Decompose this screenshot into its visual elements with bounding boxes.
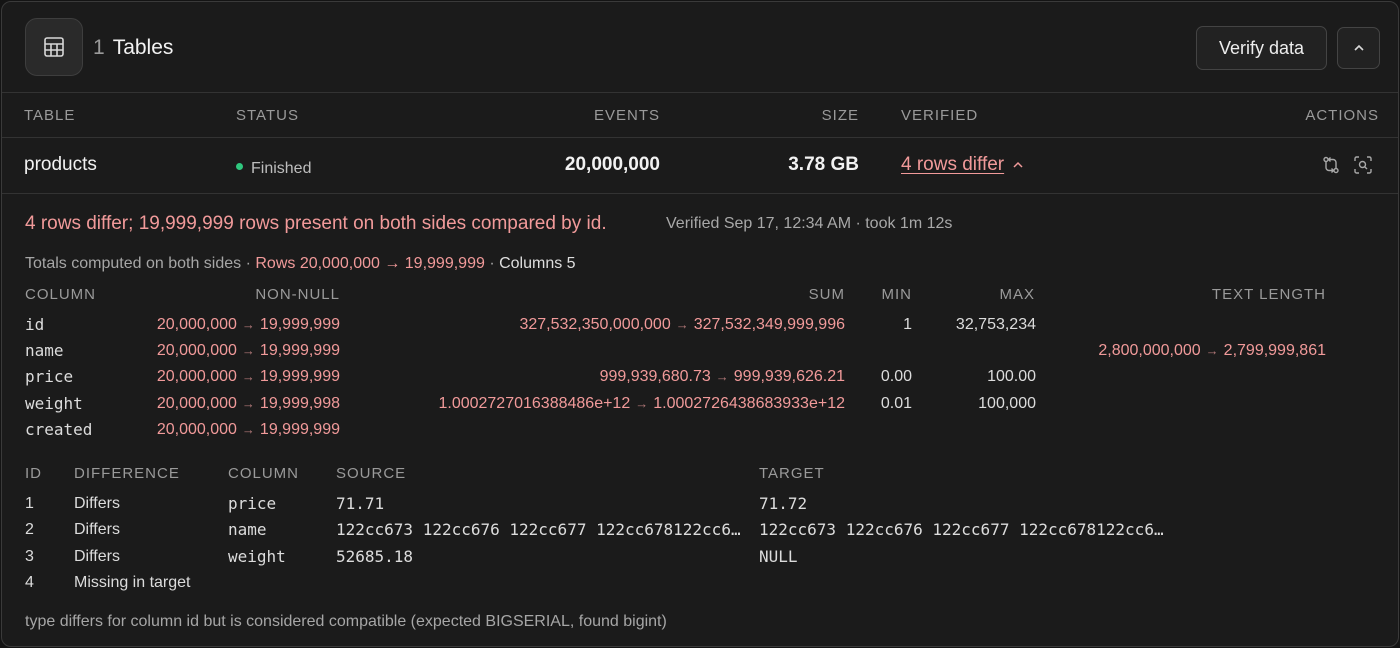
diff-type: Differs <box>74 548 120 565</box>
stats-header-column: COLUMN <box>25 286 97 303</box>
stats-header-min: MIN <box>881 286 912 303</box>
diff-type: Differs <box>74 495 120 512</box>
diff-id: 4 <box>25 574 34 591</box>
stats-header-max: MAX <box>999 286 1035 303</box>
page-title: 1 Tables <box>93 35 173 61</box>
diff-header-difference: DIFFERENCE <box>74 465 180 482</box>
stats-sum: 1.0002727016388486e+12 → 1.000272643868393… <box>438 395 845 412</box>
totals-prefix: Totals computed on both sides · <box>25 255 251 272</box>
stats-max: 100.00 <box>987 368 1036 385</box>
stats-nonnull: 20,000,000 → 19,999,999 <box>156 316 340 333</box>
stats-column-name: id <box>25 315 45 334</box>
diff-source: 52685.18 <box>336 547 414 566</box>
table-row[interactable]: products Finished 20,000,000 3.78 GB 4 r… <box>2 139 1398 194</box>
scan-search-icon[interactable] <box>1353 155 1373 180</box>
col-header-table: TABLE <box>24 107 76 124</box>
table-name: products <box>24 154 97 175</box>
diff-type: Differs <box>74 521 120 538</box>
col-header-status: STATUS <box>236 107 299 124</box>
diff-target: 71.72 <box>759 494 808 513</box>
totals-rows: Rows 20,000,000 → 19,999,999 <box>255 255 485 272</box>
tables-title: Tables <box>112 36 174 59</box>
col-header-actions: ACTIONS <box>1305 107 1379 124</box>
diff-header-target: TARGET <box>759 465 825 482</box>
status-badge: Finished <box>236 158 311 180</box>
table-grid-icon <box>25 18 83 76</box>
diff-header-column: COLUMN <box>228 465 300 482</box>
stats-sum: 327,532,350,000,000 → 327,532,349,999,996 <box>519 316 845 333</box>
verified-timestamp: Verified Sep 17, 12:34 AM · took 1m 12s <box>666 215 953 232</box>
stats-header-sum: SUM <box>808 286 845 303</box>
diff-summary: 4 rows differ; 19,999,999 rows present o… <box>25 213 607 234</box>
type-compat-note: type differs for column id but is consid… <box>25 613 667 630</box>
rows-differ-link[interactable]: 4 rows differ <box>901 154 1004 175</box>
stats-max: 32,753,234 <box>955 316 1036 333</box>
stats-sum: 999,939,680.73 → 999,939,626.21 <box>599 368 845 385</box>
stats-column-name: weight <box>25 394 83 413</box>
col-header-events: EVENTS <box>593 107 660 124</box>
stats-nonnull: 20,000,000 → 19,999,998 <box>156 395 340 412</box>
diff-column: name <box>228 520 267 539</box>
verified-toggle[interactable]: 4 rows differ <box>901 154 1024 176</box>
chevron-up-icon <box>1353 44 1364 51</box>
stats-min: 0.00 <box>880 368 912 385</box>
diff-column: weight <box>228 547 286 566</box>
diff-id: 2 <box>25 521 34 538</box>
collapse-button[interactable] <box>1337 27 1380 69</box>
tables-panel: 1 Tables Verify data TABLE STATUS EVENTS … <box>1 1 1399 647</box>
verify-data-button[interactable]: Verify data <box>1196 26 1327 70</box>
stats-nonnull: 20,000,000 → 19,999,999 <box>156 368 340 385</box>
events-count: 20,000,000 <box>564 154 660 175</box>
col-header-verified: VERIFIED <box>901 107 979 124</box>
tables-count: 1 <box>93 36 105 59</box>
diff-column: price <box>228 494 277 513</box>
stats-min: 0.01 <box>880 395 912 412</box>
status-text: Finished <box>251 160 312 177</box>
table-size: 3.78 GB <box>788 154 859 175</box>
diff-target: NULL <box>759 547 798 566</box>
diff-id: 1 <box>25 495 34 512</box>
chevron-up-icon <box>1013 161 1023 168</box>
stats-max: 100,000 <box>978 395 1036 412</box>
stats-nonnull: 20,000,000 → 19,999,999 <box>156 342 340 359</box>
totals-line: Totals computed on both sides · Rows 20,… <box>25 254 576 274</box>
diff-source: 122cc673 122cc676 122cc677 122cc678122cc… <box>336 520 741 539</box>
totals-separator: · <box>489 255 495 272</box>
stats-nonnull: 20,000,000 → 19,999,999 <box>156 421 340 438</box>
diff-target: 122cc673 122cc676 122cc677 122cc678122cc… <box>759 520 1164 539</box>
diff-header-id: ID <box>25 465 42 482</box>
stats-text-length: 2,800,000,000 → 2,799,999,861 <box>1098 342 1326 359</box>
col-header-size: SIZE <box>821 107 859 124</box>
totals-columns: Columns 5 <box>499 255 576 272</box>
stats-header-text-length: TEXT LENGTH <box>1211 286 1326 303</box>
stats-min: 1 <box>903 316 912 333</box>
stats-header-nonnull: NON-NULL <box>255 286 340 303</box>
diff-id: 3 <box>25 548 34 565</box>
diff-type: Missing in target <box>74 574 191 591</box>
stats-column-name: created <box>25 420 93 439</box>
stats-column-name: name <box>25 341 64 360</box>
table-header: TABLE STATUS EVENTS SIZE VERIFIED ACTION… <box>2 94 1398 138</box>
compare-arrows-icon[interactable] <box>1321 155 1341 180</box>
panel-header: 1 Tables Verify data <box>2 2 1398 93</box>
diff-source: 71.71 <box>336 494 385 513</box>
status-dot-icon <box>236 163 243 171</box>
stats-column-name: price <box>25 367 74 386</box>
diff-header-source: SOURCE <box>336 465 407 482</box>
